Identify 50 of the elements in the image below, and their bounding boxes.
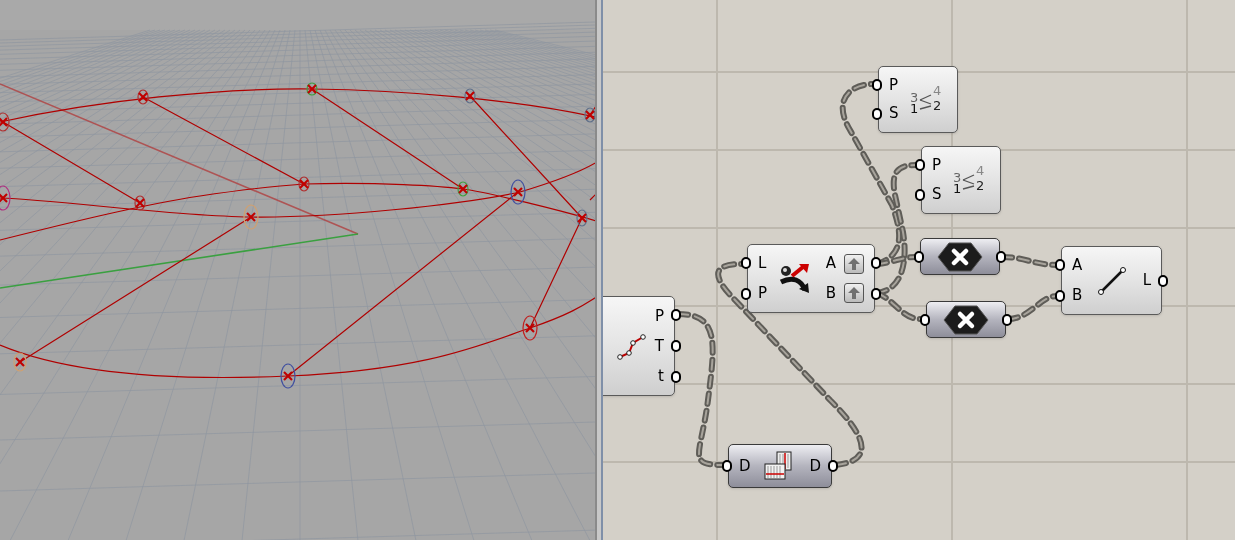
arrow-up-icon[interactable] [844, 253, 864, 274]
output-label: t [658, 368, 664, 384]
input-grip[interactable] [872, 108, 882, 121]
output-label: A [825, 256, 836, 272]
output-grip[interactable] [828, 460, 838, 472]
output-grip[interactable] [996, 250, 1006, 263]
input-label: B [1072, 287, 1083, 303]
input-label: A [1072, 258, 1083, 274]
output-label: B [825, 285, 836, 301]
output-label: P [654, 308, 664, 324]
output-grip[interactable] [1002, 313, 1012, 326]
sort-component[interactable]: P S 3 4 1 2 [878, 66, 958, 133]
negate-icon [943, 304, 989, 335]
polyline-component[interactable]: P T t [603, 296, 675, 396]
input-grip[interactable] [741, 257, 751, 270]
data-component[interactable]: D D [728, 444, 832, 488]
input-grip[interactable] [1055, 289, 1065, 302]
input-label: S [932, 187, 942, 202]
line-component[interactable]: A B L [1061, 246, 1162, 315]
input-label: P [932, 158, 942, 173]
negate-component[interactable] [920, 238, 1000, 275]
input-grip[interactable] [914, 250, 924, 263]
input-label: P [889, 77, 899, 93]
line-segment-icon [1097, 265, 1128, 296]
input-grip[interactable] [920, 313, 930, 326]
output-grip[interactable] [1158, 274, 1168, 287]
sort-component[interactable]: P S 3 4 1 2 [921, 146, 1001, 214]
output-grip[interactable] [871, 287, 881, 300]
input-grip[interactable] [722, 460, 732, 472]
input-label: D [739, 458, 751, 474]
output-label: L [1142, 273, 1151, 288]
output-label: T [654, 338, 664, 354]
output-label: D [809, 458, 821, 474]
output-grip[interactable] [671, 370, 681, 383]
input-label: S [889, 106, 899, 122]
output-grip[interactable] [671, 340, 681, 352]
input-grip[interactable] [872, 78, 882, 91]
polyline-icon [616, 331, 647, 361]
evaluate-component[interactable]: L P A B [747, 244, 875, 313]
input-grip[interactable] [1055, 259, 1065, 272]
input-grip[interactable] [741, 287, 751, 300]
negate-icon [937, 241, 983, 272]
arrow-up-icon[interactable] [844, 283, 864, 304]
output-grip[interactable] [671, 309, 681, 322]
input-label: P [758, 285, 768, 301]
negate-component[interactable] [926, 301, 1006, 338]
input-grip[interactable] [915, 189, 925, 201]
output-grip[interactable] [871, 257, 881, 270]
input-grip[interactable] [915, 159, 925, 171]
input-label: L [758, 256, 767, 272]
